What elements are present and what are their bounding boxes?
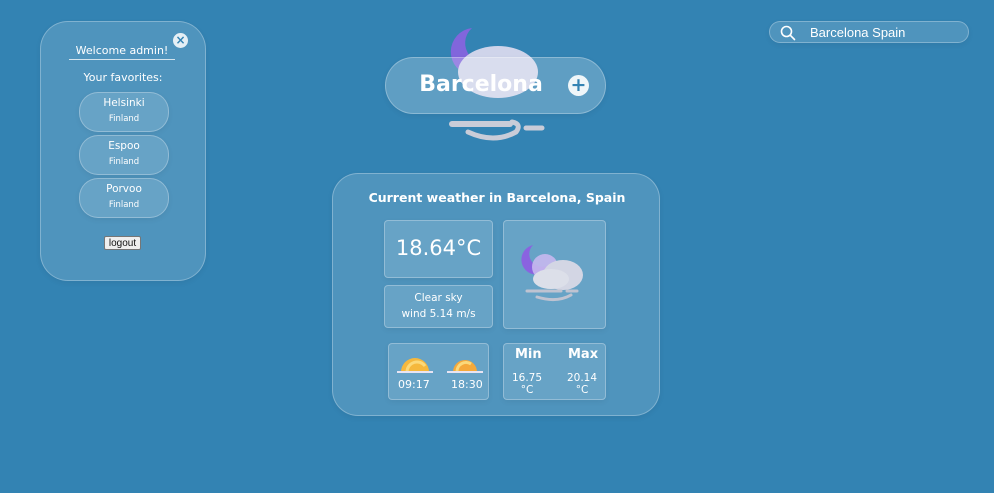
weather-icon-tile bbox=[503, 220, 606, 329]
min-temperature-unit: °C bbox=[520, 384, 534, 396]
sun-times-tile: 09:17 18:30 bbox=[388, 343, 489, 400]
temperature-value: 18.64°C bbox=[395, 236, 482, 260]
favorite-city: Espoo bbox=[108, 140, 140, 152]
max-label: Max bbox=[568, 347, 599, 362]
welcome-message: Welcome admin! bbox=[69, 44, 175, 60]
favorites-title: Your favorites: bbox=[83, 71, 163, 84]
wind-speed: wind 5.14 m/s bbox=[401, 308, 476, 320]
min-temperature: 16.75 °C bbox=[507, 372, 547, 396]
search-input[interactable] bbox=[810, 23, 960, 41]
favorites-panel: × Welcome admin! Your favorites: Helsink… bbox=[40, 21, 206, 281]
plus-icon[interactable]: + bbox=[568, 75, 589, 96]
close-icon[interactable]: × bbox=[173, 33, 188, 48]
min-label: Min bbox=[515, 347, 542, 362]
description-tile: Clear sky wind 5.14 m/s bbox=[384, 285, 493, 328]
sunrise-time: 09:17 bbox=[398, 378, 430, 391]
city-title: Barcelona bbox=[419, 72, 543, 97]
favorite-country: Finland bbox=[108, 114, 140, 124]
weather-description: Clear sky bbox=[414, 292, 463, 304]
weather-card-title: Current weather in Barcelona, Spain bbox=[368, 190, 626, 205]
logout-button[interactable]: logout bbox=[104, 236, 141, 250]
min-max-tile: Min Max 16.75 °C 20.14 °C bbox=[503, 343, 606, 400]
favorite-item-helsinki[interactable]: Helsinki Finland bbox=[79, 92, 169, 132]
weather-card: Current weather in Barcelona, Spain 18.6… bbox=[332, 173, 660, 416]
max-temperature-unit: °C bbox=[575, 384, 589, 396]
night-cloud-wind-icon bbox=[521, 245, 583, 302]
sunrise-icon bbox=[397, 358, 433, 373]
search-bar bbox=[769, 21, 969, 43]
favorite-item-porvoo[interactable]: Porvoo Finland bbox=[79, 178, 169, 218]
sunset-icon bbox=[447, 360, 483, 373]
search-icon[interactable] bbox=[780, 25, 796, 45]
max-temperature: 20.14 °C bbox=[562, 372, 602, 396]
city-header: Barcelona + bbox=[385, 57, 606, 114]
favorite-country: Finland bbox=[108, 200, 140, 210]
favorite-item-espoo[interactable]: Espoo Finland bbox=[79, 135, 169, 175]
favorite-city: Helsinki bbox=[103, 97, 145, 109]
favorite-country: Finland bbox=[108, 157, 140, 167]
sunset-time: 18:30 bbox=[451, 378, 483, 391]
max-temperature-value: 20.14 bbox=[566, 372, 598, 384]
favorite-city: Porvoo bbox=[106, 183, 142, 195]
temperature-tile: 18.64°C bbox=[384, 220, 493, 278]
min-temperature-value: 16.75 bbox=[511, 372, 543, 384]
